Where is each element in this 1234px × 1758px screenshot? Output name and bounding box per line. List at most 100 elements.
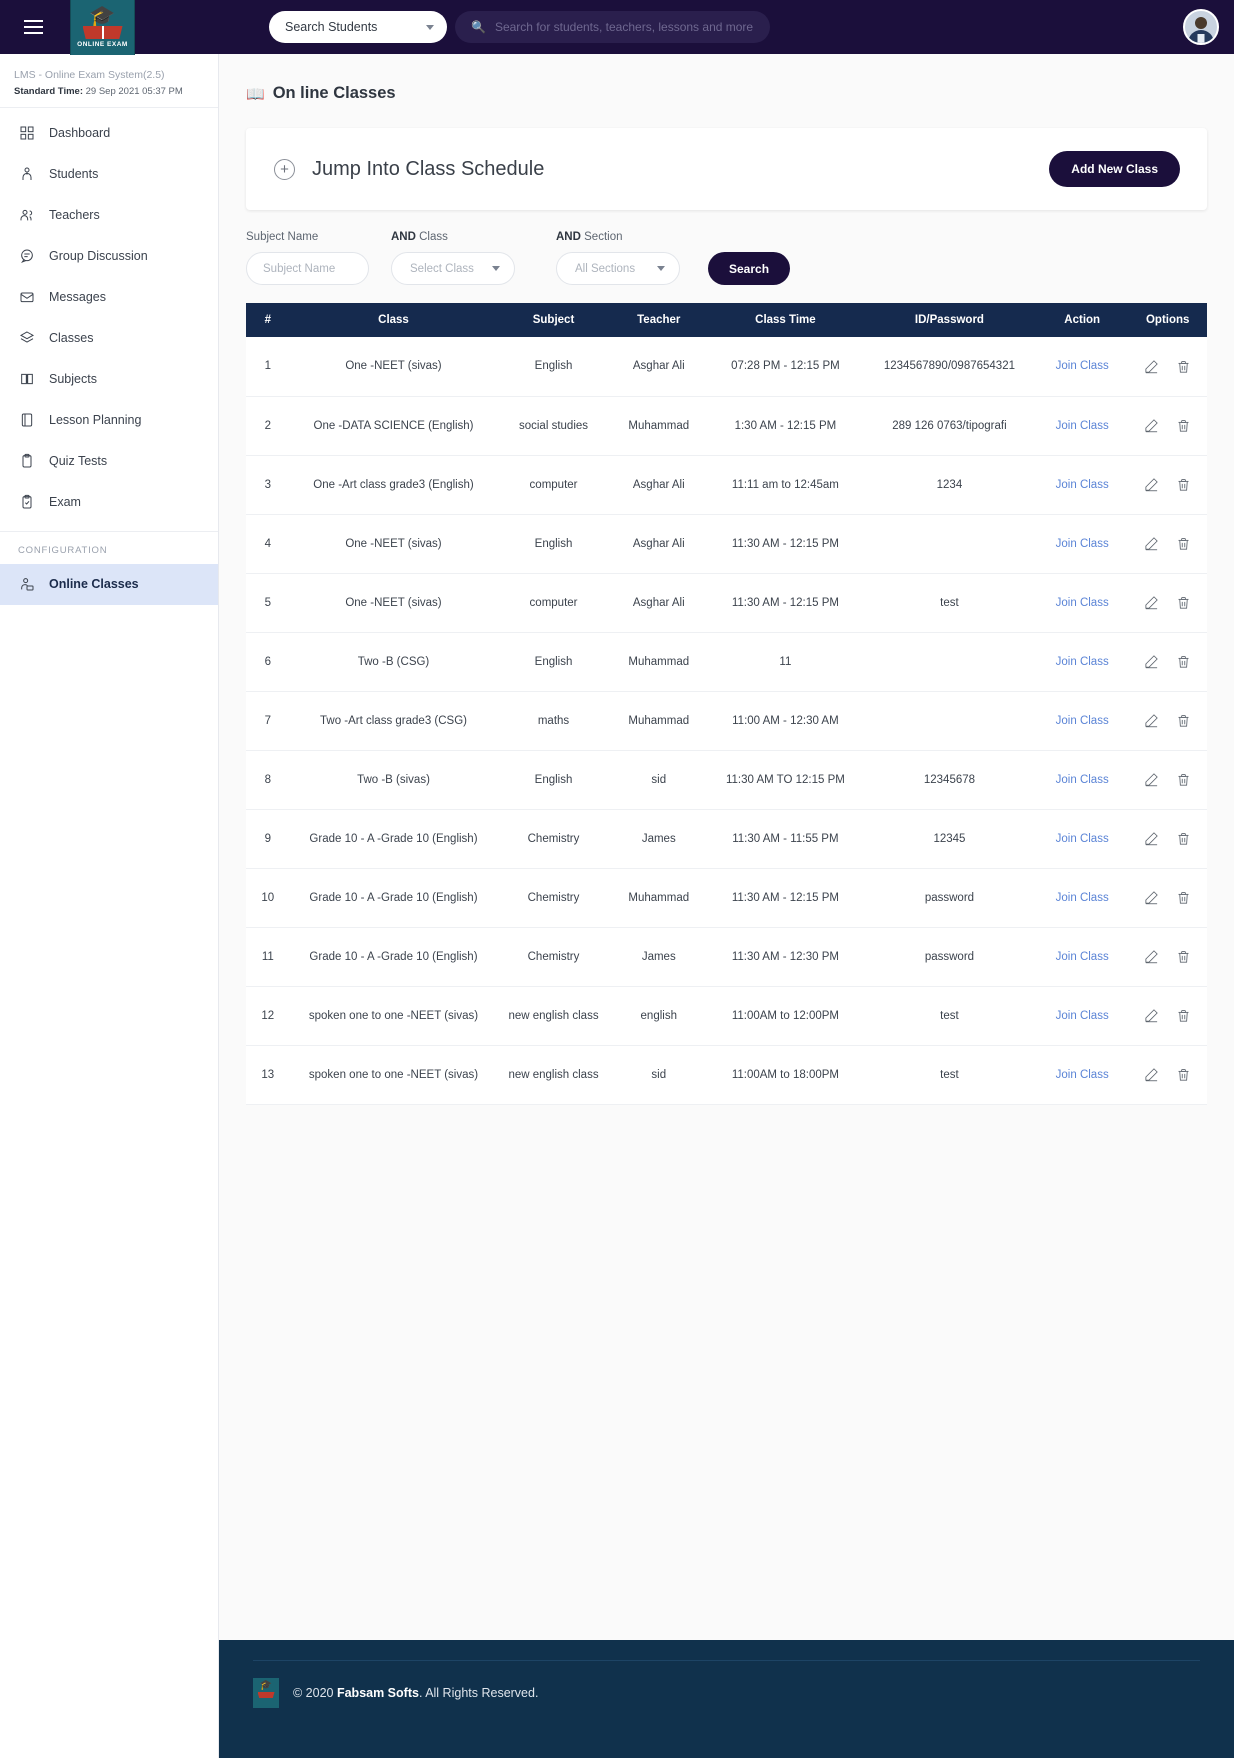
join-class-link[interactable]: Join Class [1056,951,1109,963]
join-class-link[interactable]: Join Class [1056,774,1109,786]
trash-icon[interactable] [1176,772,1191,787]
app-logo[interactable]: 🎓 ONLINE EXAM [70,0,135,55]
cell-subject: Chemistry [497,809,609,868]
section-select-value: All Sections [575,263,635,275]
sidebar-item-students[interactable]: Students [0,154,218,195]
cell-teacher: Muhammad [610,691,708,750]
cell-class-time: 11:30 AM - 12:30 PM [708,927,863,986]
subject-name-input[interactable]: Subject Name [246,252,369,285]
join-class-link[interactable]: Join Class [1056,538,1109,550]
trash-icon[interactable] [1176,359,1191,374]
join-class-link[interactable]: Join Class [1056,597,1109,609]
sidebar-item-lesson-planning[interactable]: Lesson Planning [0,400,218,441]
sidebar-header: LMS - Online Exam System(2.5) Standard T… [0,54,218,108]
classes-table-wrapper: # Class Subject Teacher Class Time ID/Pa… [246,303,1207,1105]
hamburger-menu-icon[interactable] [16,10,50,44]
filter-subject-label: Subject Name [246,231,391,243]
cell-options [1128,750,1207,809]
trash-icon[interactable] [1176,1008,1191,1023]
pencil-icon[interactable] [1144,949,1159,964]
join-class-link[interactable]: Join Class [1056,656,1109,668]
sidebar-item-quiz-tests[interactable]: Quiz Tests [0,441,218,482]
join-class-link[interactable]: Join Class [1056,1010,1109,1022]
pencil-icon[interactable] [1144,831,1159,846]
trash-icon[interactable] [1176,890,1191,905]
trash-icon[interactable] [1176,1067,1191,1082]
plus-circle-icon[interactable]: + [274,159,295,180]
sidebar-item-messages[interactable]: Messages [0,277,218,318]
cell-subject: maths [497,691,609,750]
pencil-icon[interactable] [1144,654,1159,669]
sidebar-item-group-discussion[interactable]: Group Discussion [0,236,218,277]
pencil-icon[interactable] [1144,713,1159,728]
column-header-class: Class [290,303,498,337]
join-class-link[interactable]: Join Class [1056,360,1109,372]
filter-class-group: AND Class Select Class [391,231,556,285]
cell-id-password [863,514,1036,573]
section-select[interactable]: All Sections [556,252,680,285]
cell-action: Join Class [1036,986,1128,1045]
pencil-icon[interactable] [1144,477,1159,492]
sidebar-item-label: Quiz Tests [49,454,107,468]
sidebar-item-exam[interactable]: Exam [0,482,218,523]
chevron-down-icon [426,25,434,30]
table-body: 1One -NEET (sivas)EnglishAsghar Ali07:28… [246,337,1207,1104]
table-row: 5One -NEET (sivas)computerAsghar Ali11:3… [246,573,1207,632]
cell-options [1128,868,1207,927]
cell-id-password: test [863,986,1036,1045]
join-class-link[interactable]: Join Class [1056,1069,1109,1081]
pencil-icon[interactable] [1144,1008,1159,1023]
trash-icon[interactable] [1176,654,1191,669]
cell-class-time: 11:30 AM - 12:15 PM [708,868,863,927]
global-search[interactable]: 🔍 [455,11,770,43]
search-button[interactable]: Search [708,252,790,285]
user-avatar[interactable] [1183,9,1219,45]
cell-class: One -NEET (sivas) [290,337,498,396]
pencil-icon[interactable] [1144,536,1159,551]
pencil-icon[interactable] [1144,359,1159,374]
trash-icon[interactable] [1176,536,1191,551]
schedule-card: + Jump Into Class Schedule Add New Class [246,128,1207,210]
trash-icon[interactable] [1176,949,1191,964]
column-header-idpassword: ID/Password [863,303,1036,337]
cell-id-password: password [863,868,1036,927]
add-new-class-button[interactable]: Add New Class [1049,151,1180,187]
sidebar-item-online-classes[interactable]: Online Classes [0,564,218,605]
cell-class-time: 11 [708,632,863,691]
cell-class-time: 11:30 AM - 12:15 PM [708,573,863,632]
cell-class-time: 07:28 PM - 12:15 PM [708,337,863,396]
cell-id-password [863,691,1036,750]
pencil-icon[interactable] [1144,1067,1159,1082]
avatar-head [1195,17,1207,29]
filter-section-group: AND Section All Sections [556,231,708,285]
pencil-icon[interactable] [1144,595,1159,610]
column-header-number: # [246,303,290,337]
sidebar: LMS - Online Exam System(2.5) Standard T… [0,54,219,1758]
pencil-icon[interactable] [1144,772,1159,787]
trash-icon[interactable] [1176,713,1191,728]
search-scope-select[interactable]: Search Students [269,11,447,43]
sidebar-item-dashboard[interactable]: Dashboard [0,113,218,154]
cell-options [1128,986,1207,1045]
cell-class: One -DATA SCIENCE (English) [290,396,498,455]
trash-icon[interactable] [1176,831,1191,846]
pencil-icon[interactable] [1144,418,1159,433]
sidebar-item-label: Online Classes [49,577,139,591]
cell-class: spoken one to one -NEET (sivas) [290,1045,498,1104]
sidebar-item-classes[interactable]: Classes [0,318,218,359]
pencil-icon[interactable] [1144,890,1159,905]
join-class-link[interactable]: Join Class [1056,479,1109,491]
join-class-link[interactable]: Join Class [1056,420,1109,432]
search-input[interactable] [495,20,754,34]
join-class-link[interactable]: Join Class [1056,892,1109,904]
sidebar-item-teachers[interactable]: Teachers [0,195,218,236]
class-select[interactable]: Select Class [391,252,515,285]
trash-icon[interactable] [1176,418,1191,433]
trash-icon[interactable] [1176,477,1191,492]
join-class-link[interactable]: Join Class [1056,833,1109,845]
trash-icon[interactable] [1176,595,1191,610]
table-head: # Class Subject Teacher Class Time ID/Pa… [246,303,1207,337]
join-class-link[interactable]: Join Class [1056,715,1109,727]
sidebar-item-label: Lesson Planning [49,413,141,427]
sidebar-item-subjects[interactable]: Subjects [0,359,218,400]
